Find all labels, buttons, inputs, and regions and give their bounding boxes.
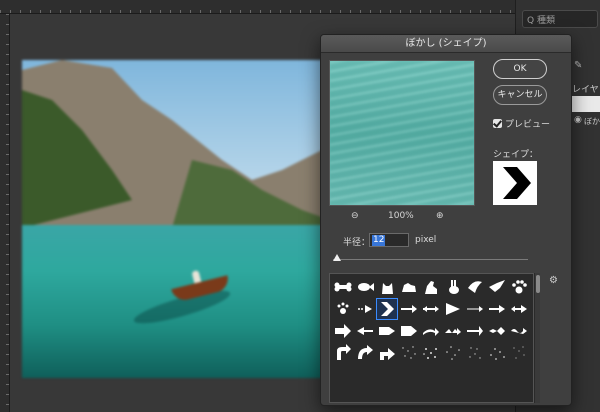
- photoshop-window: Q 種類 ✎ レイヤ ◉ ぼかし ぼかし (シェイプ) ⊖ 100% ⊕ OK …: [0, 0, 600, 412]
- shape-texture-3[interactable]: [442, 342, 464, 364]
- blur-shape-dialog: ぼかし (シェイプ) ⊖ 100% ⊕ OK キャンセル プレビュー シェイプ：…: [320, 34, 572, 406]
- shape-label: シェイプ：: [493, 150, 539, 160]
- radius-input[interactable]: 12: [369, 233, 409, 247]
- checkbox-checked-icon[interactable]: [493, 119, 502, 128]
- shape-triangle-arrow[interactable]: [442, 298, 464, 320]
- shape-heavy-arrow[interactable]: [376, 320, 398, 342]
- shape-bird[interactable]: [464, 276, 486, 298]
- shape-curved-arrow[interactable]: [420, 320, 442, 342]
- shape-fish[interactable]: [354, 276, 376, 298]
- tab-layers[interactable]: レイヤ: [572, 82, 599, 95]
- shape-texture-2[interactable]: [420, 342, 442, 364]
- shape-pointer-arrow[interactable]: [354, 320, 376, 342]
- brush-icon[interactable]: ✎: [574, 60, 582, 71]
- shape-thin-arrow[interactable]: [464, 298, 486, 320]
- slider-handle[interactable]: [333, 254, 341, 261]
- radius-unit: pixel: [415, 235, 437, 245]
- shape-chevron-arrow[interactable]: [376, 298, 398, 320]
- zoom-out-icon[interactable]: ⊖: [351, 211, 359, 221]
- layer-thumbnail[interactable]: [572, 96, 600, 112]
- gear-icon[interactable]: ⚙: [549, 275, 558, 286]
- shape-pentagon-arrow[interactable]: [398, 320, 420, 342]
- vertical-ruler: [0, 14, 10, 412]
- slider-track[interactable]: [333, 259, 528, 260]
- shape-block-arrow[interactable]: [332, 320, 354, 342]
- shape-ornate-arrow[interactable]: [508, 298, 530, 320]
- horizontal-ruler: [0, 0, 515, 14]
- preview-checkbox-label: プレビュー: [505, 120, 551, 130]
- shape-fancy-arrow[interactable]: [486, 298, 508, 320]
- zoom-in-icon[interactable]: ⊕: [436, 211, 444, 221]
- shape-horse[interactable]: [420, 276, 442, 298]
- layer-search-input[interactable]: Q 種類: [522, 10, 598, 28]
- shape-cat[interactable]: [376, 276, 398, 298]
- shape-line-arrow[interactable]: [398, 298, 420, 320]
- shape-zigzag-arrow[interactable]: [442, 320, 464, 342]
- shape-double-arrow[interactable]: [420, 298, 442, 320]
- zoom-controls: ⊖ 100% ⊕: [351, 211, 451, 225]
- cancel-button[interactable]: キャンセル: [493, 85, 547, 105]
- zoom-value: 100%: [388, 211, 414, 221]
- radius-value: 12: [372, 235, 386, 246]
- shape-long-arrow[interactable]: [464, 320, 486, 342]
- shape-picker-scrollbar[interactable]: [534, 273, 540, 403]
- eye-icon[interactable]: ◉: [574, 115, 582, 125]
- shape-spike-arrow[interactable]: [486, 320, 508, 342]
- shape-texture-6[interactable]: [508, 342, 530, 364]
- radius-label: 半径：: [343, 238, 371, 248]
- shape-bent-arrow[interactable]: [376, 342, 398, 364]
- shape-picker: [329, 273, 534, 403]
- dialog-title: ぼかし (シェイプ): [321, 35, 571, 53]
- shape-texture-4[interactable]: [464, 342, 486, 364]
- shape-texture-5[interactable]: [486, 342, 508, 364]
- preview-checkbox[interactable]: プレビュー: [493, 117, 550, 130]
- shape-texture-1[interactable]: [398, 342, 420, 364]
- shape-dove[interactable]: [486, 276, 508, 298]
- radius-slider[interactable]: [333, 254, 528, 263]
- filter-preview[interactable]: [329, 60, 475, 206]
- shape-rabbit[interactable]: [442, 276, 464, 298]
- shape-dog[interactable]: [398, 276, 420, 298]
- layer-name[interactable]: ぼかし: [584, 116, 600, 127]
- shape-paw-print[interactable]: [332, 298, 354, 320]
- shape-bone[interactable]: [332, 276, 354, 298]
- shape-dots-arrow[interactable]: [354, 298, 376, 320]
- shape-paw[interactable]: [508, 276, 530, 298]
- selected-shape-preview: [493, 161, 537, 205]
- ok-button[interactable]: OK: [493, 59, 547, 79]
- shape-u-turn-arrow[interactable]: [332, 342, 354, 364]
- shape-wave-arrow[interactable]: [508, 320, 530, 342]
- shape-curl-arrow[interactable]: [354, 342, 376, 364]
